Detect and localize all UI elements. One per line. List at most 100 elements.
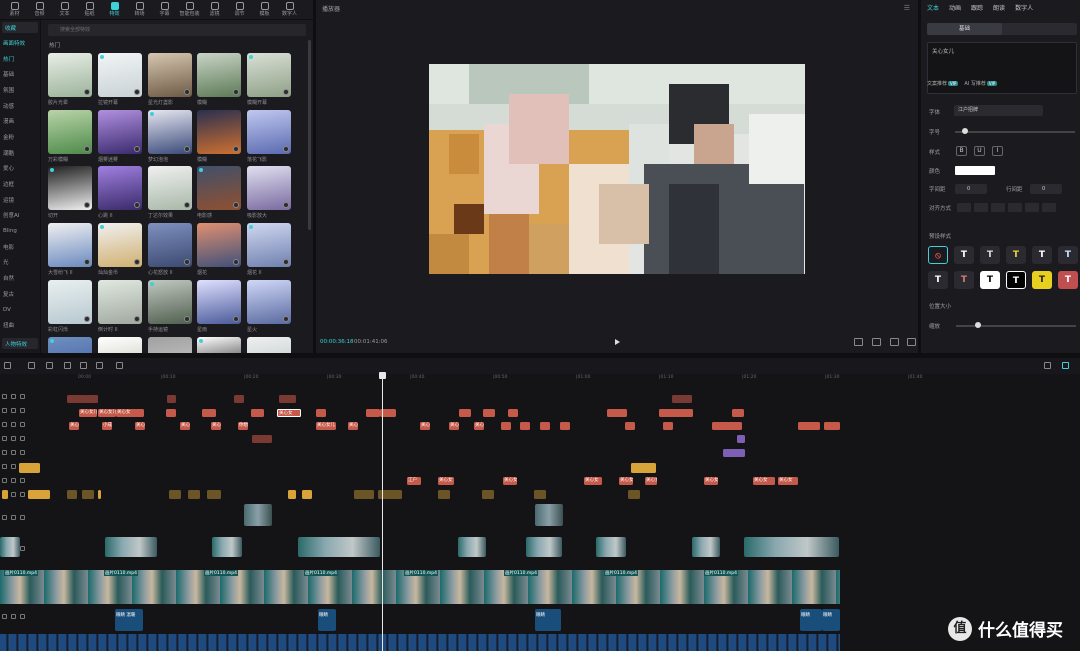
timeline-clip[interactable]	[82, 490, 94, 499]
nav-item[interactable]: 漫画	[0, 113, 40, 129]
lock-icon[interactable]	[2, 422, 7, 427]
tab-digital-human[interactable]: 数字人	[277, 0, 302, 19]
download-icon[interactable]	[283, 259, 289, 265]
tab-captions[interactable]: 字幕	[152, 0, 177, 19]
visibility-icon[interactable]	[11, 515, 16, 520]
timeline-clip[interactable]	[234, 395, 244, 403]
time-ruler[interactable]: 00:00 |00:10 |00:20 |00:30 |00:40 |00:50 |01:0…	[78, 374, 1080, 383]
tab-audio[interactable]: 音频	[27, 0, 52, 19]
align-distribute-button[interactable]	[1042, 203, 1056, 212]
audio-icon[interactable]	[20, 422, 25, 427]
effect-card[interactable]	[98, 337, 142, 353]
timeline-clip[interactable]	[302, 490, 312, 499]
download-icon[interactable]	[233, 316, 239, 322]
category-dropdown[interactable]: 画面特效	[0, 35, 40, 51]
timeline-clip[interactable]	[167, 395, 176, 403]
timeline-clip[interactable]	[659, 409, 693, 417]
tab-tracking[interactable]: 跟踪	[971, 3, 983, 12]
timeline-clip[interactable]: 关心女儿	[79, 409, 97, 417]
timeline-clip[interactable]: 关心女儿	[135, 422, 145, 430]
effect-card[interactable]: 胶片光晕	[48, 53, 92, 110]
audio-icon[interactable]	[20, 492, 25, 497]
visibility-icon[interactable]	[11, 394, 16, 399]
timeline-clip[interactable]	[692, 537, 720, 557]
download-icon[interactable]	[134, 202, 140, 208]
nav-item[interactable]: 氛围	[0, 82, 40, 98]
download-icon[interactable]	[233, 146, 239, 152]
ratio-icon[interactable]	[854, 338, 863, 346]
timeline-clip[interactable]	[86, 395, 98, 403]
timeline-clip[interactable]: 关心女	[704, 477, 718, 485]
effect-card[interactable]: 彩虹闪烁	[48, 280, 92, 337]
effect-card[interactable]: 切开	[48, 166, 92, 223]
audio-clip[interactable]: 眼睛	[800, 609, 822, 631]
lock-icon[interactable]	[2, 394, 7, 399]
timeline-clip[interactable]: 关心女儿	[420, 422, 430, 430]
audio-icon[interactable]	[20, 394, 25, 399]
char-spacing-input[interactable]: 0	[955, 184, 987, 194]
timeline-clip[interactable]	[169, 490, 181, 499]
timeline-clip[interactable]	[744, 537, 839, 557]
timeline-clip[interactable]	[540, 422, 550, 430]
tab-text[interactable]: 文本	[52, 0, 77, 19]
effects-scrollbar[interactable]	[308, 40, 311, 230]
tab-read-aloud[interactable]: 朗读	[993, 3, 1005, 12]
microphone-icon[interactable]	[1044, 362, 1051, 369]
audio-clip[interactable]: 眼睛	[318, 609, 336, 631]
fullscreen-icon[interactable]	[907, 338, 916, 346]
download-icon[interactable]	[184, 316, 190, 322]
player-menu-icon[interactable]: ☰	[904, 4, 910, 12]
timeline-clip[interactable]	[520, 422, 530, 430]
slider-knob[interactable]	[962, 128, 968, 134]
nav-item[interactable]: 金粉	[0, 129, 40, 145]
effect-card[interactable]	[148, 337, 192, 353]
timeline-clip[interactable]	[663, 422, 673, 430]
effect-card[interactable]: 丁达尔效果	[148, 166, 192, 223]
slider-knob[interactable]	[975, 322, 981, 328]
nav-item[interactable]: 光	[0, 255, 40, 271]
audio-icon[interactable]	[20, 450, 25, 455]
subtab-basic[interactable]: 基础	[927, 23, 1002, 35]
nav-item[interactable]: 动感	[0, 98, 40, 114]
preset-style[interactable]: T	[954, 246, 974, 264]
align-right-button[interactable]	[991, 203, 1005, 212]
effect-card[interactable]	[197, 337, 241, 353]
download-icon[interactable]	[84, 89, 90, 95]
download-icon[interactable]	[84, 202, 90, 208]
timeline-clip[interactable]: 关心女儿	[211, 422, 221, 430]
timeline-clip[interactable]	[244, 504, 272, 526]
preset-style[interactable]: T	[1006, 246, 1026, 264]
timeline-clip[interactable]	[535, 504, 563, 526]
timeline-clip[interactable]	[0, 537, 20, 557]
timeline-clip[interactable]	[458, 537, 486, 557]
preset-style[interactable]: T	[980, 271, 1000, 289]
download-icon[interactable]	[134, 89, 140, 95]
select-tool-icon[interactable]	[4, 362, 11, 369]
visibility-icon[interactable]	[11, 464, 16, 469]
timeline-clip[interactable]: 关心女儿	[69, 422, 79, 430]
timeline-clip[interactable]	[631, 463, 656, 473]
timeline-clip[interactable]	[98, 490, 101, 499]
background-music-track[interactable]	[0, 634, 840, 651]
timeline-clip[interactable]	[824, 422, 840, 430]
line-spacing-input[interactable]: 0	[1030, 184, 1062, 194]
timeline-clip[interactable]	[482, 490, 494, 499]
tab-stickers[interactable]: 贴纸	[77, 0, 102, 19]
timeline-clip[interactable]	[207, 490, 221, 499]
audio-icon[interactable]	[20, 436, 25, 441]
timeline-clip[interactable]: 关心女儿	[503, 477, 517, 485]
download-icon[interactable]	[283, 89, 289, 95]
timeline-clip[interactable]: 关心女	[116, 409, 144, 417]
download-icon[interactable]	[184, 202, 190, 208]
preset-none[interactable]: ⦸	[928, 246, 948, 264]
preset-style[interactable]: T	[1058, 246, 1078, 264]
scale-slider[interactable]	[956, 322, 1076, 328]
nav-item[interactable]: 热门	[0, 51, 40, 67]
timeline-clip[interactable]	[105, 537, 157, 557]
timeline-clip[interactable]: 关心女儿	[316, 422, 336, 430]
search-input[interactable]: 搜索全部特效	[48, 24, 306, 36]
timeline-clip[interactable]	[251, 409, 264, 417]
subtab-second[interactable]	[1002, 23, 1077, 35]
audio-icon[interactable]	[20, 478, 25, 483]
effect-card[interactable]: 烟花 II	[247, 223, 291, 280]
